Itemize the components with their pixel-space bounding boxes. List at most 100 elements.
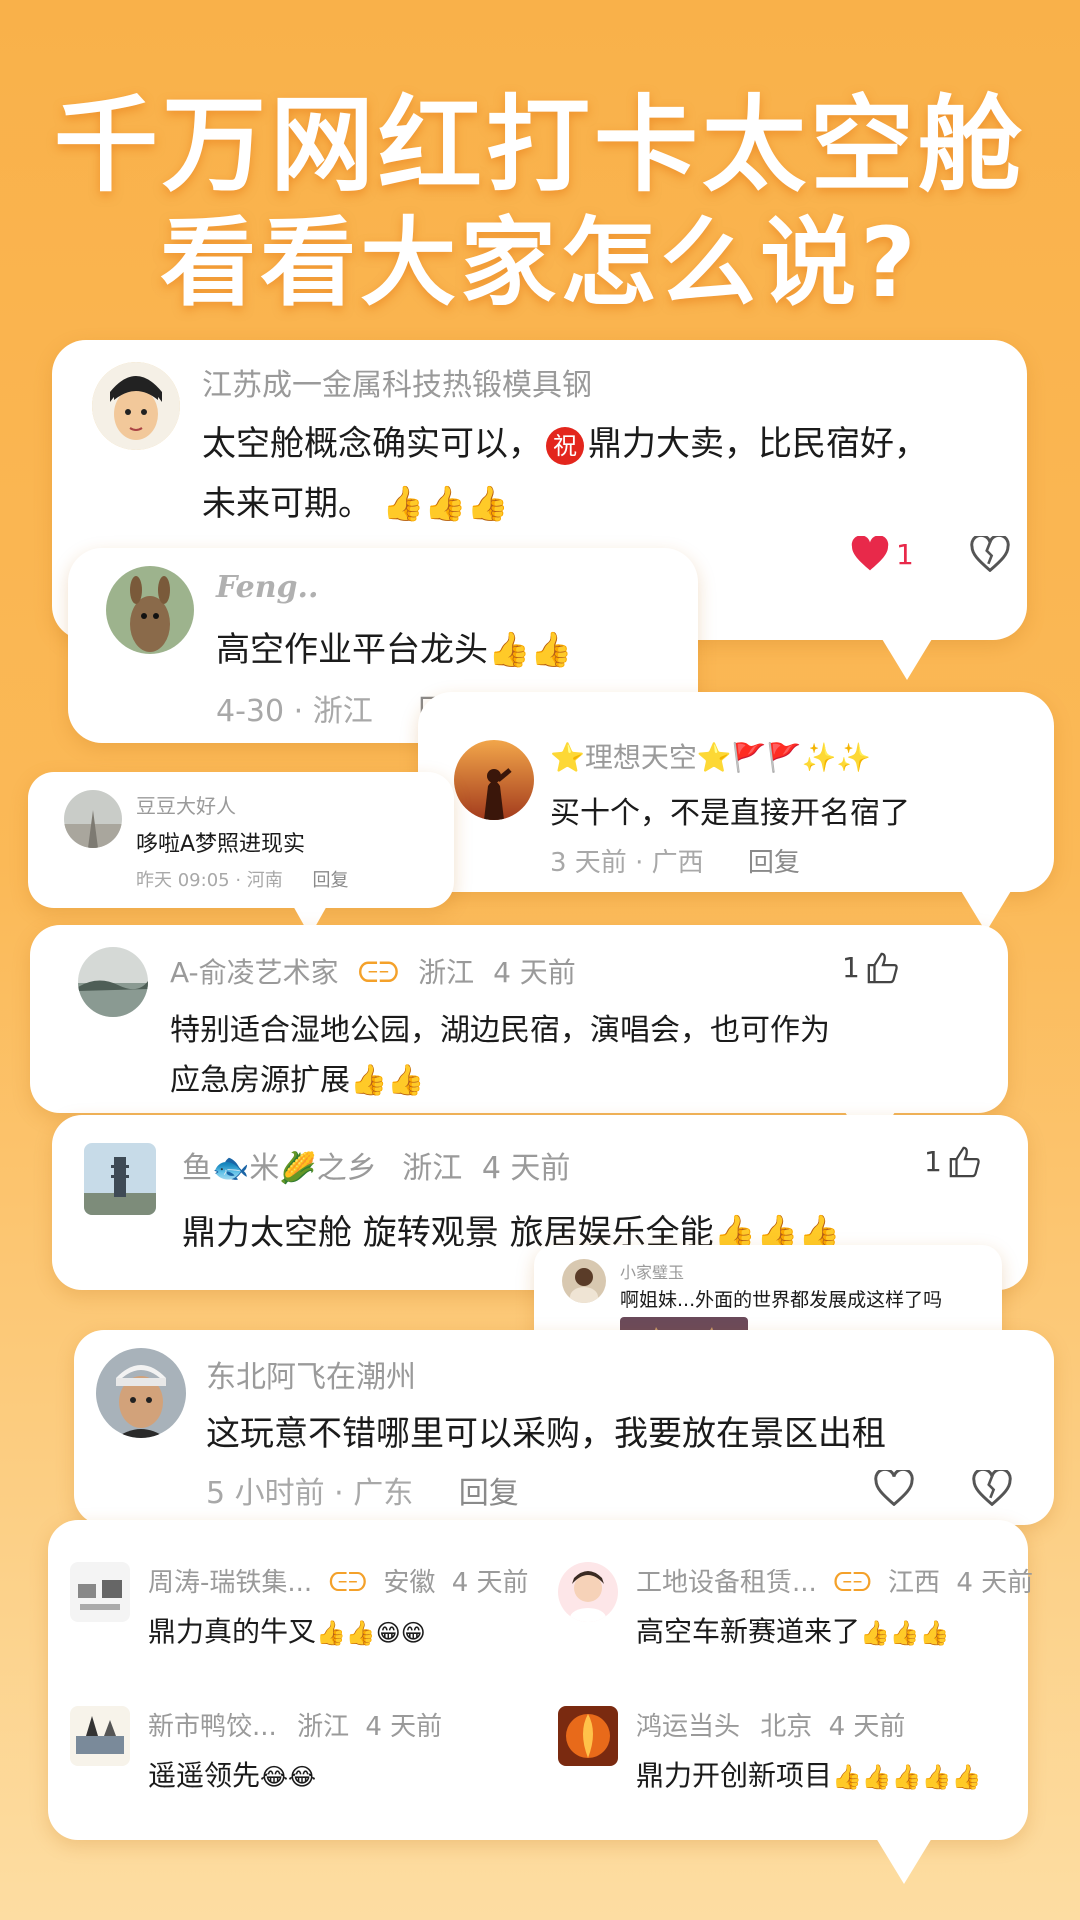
comment-text-part: 高空作业平台龙头 xyxy=(216,630,488,670)
heart-outline-icon xyxy=(874,1470,914,1506)
comment-region: 河南 xyxy=(246,870,283,891)
comment-username[interactable]: 周涛-瑞铁集... xyxy=(148,1568,312,1598)
comment-meta: 昨天 09:05 · 河南 回复 xyxy=(136,870,349,891)
comment-region: 浙江 xyxy=(402,1151,463,1186)
vip-badge-icon: ᕮᕭ xyxy=(833,1568,872,1598)
comment-header: 周涛-瑞铁集... ᕮᕭ 安徽 4 天前 xyxy=(148,1562,529,1599)
avatar[interactable] xyxy=(106,566,194,654)
like-button[interactable]: 1 xyxy=(842,951,900,984)
comment-text: 高空作业平台龙头👍👍 xyxy=(216,622,573,671)
comment-text: 鼎力真的牛叉👍👍😁😁 xyxy=(148,1610,426,1650)
comment-text-part: 未来可期。 xyxy=(202,484,372,524)
like-count: 1 xyxy=(924,1145,942,1178)
avatar[interactable] xyxy=(70,1562,130,1622)
comment-region: 浙江 xyxy=(297,1712,350,1742)
comment-text-continued: 应急房源扩展👍👍 xyxy=(170,1055,425,1099)
comment-text-part: 应急房源扩展 xyxy=(170,1063,350,1098)
avatar[interactable] xyxy=(558,1562,618,1622)
avatar[interactable] xyxy=(64,790,122,848)
comment-time: 昨天 09:05 xyxy=(136,870,230,891)
comment-region: 广东 xyxy=(353,1476,414,1511)
dislike-button[interactable] xyxy=(970,536,1010,572)
thumbs-up-outline-icon xyxy=(949,1146,980,1177)
comment-username[interactable]: ⭐理想天空⭐🚩🚩✨✨ xyxy=(550,736,871,776)
like-button[interactable] xyxy=(874,1470,914,1506)
like-count: 1 xyxy=(842,951,860,984)
comment-text-part: 遥遥领先 xyxy=(148,1759,261,1792)
comment-region: 安徽 xyxy=(383,1568,436,1598)
comment-text: 哆啦A梦照进现实 xyxy=(136,832,306,857)
comment-time: 4 天前 xyxy=(828,1712,906,1742)
broken-heart-icon xyxy=(972,1470,1012,1506)
broken-heart-icon xyxy=(970,536,1010,572)
comment-card-4: 豆豆大好人 哆啦A梦照进现实 昨天 09:05 · 河南 回复 xyxy=(28,772,454,936)
comment-username[interactable]: A-俞凌艺术家 xyxy=(170,956,339,989)
comment-text-part: 鼎力开创新项目 xyxy=(636,1759,833,1792)
comment-meta: 3 天前 · 广西 回复 xyxy=(550,848,800,878)
comment-header: 鱼🐟米🌽之乡 浙江 4 天前 xyxy=(182,1143,570,1187)
grid-comment: 周涛-瑞铁集... ᕮᕭ 安徽 4 天前 鼎力真的牛叉👍👍😁😁 xyxy=(70,1562,540,1672)
reply-button[interactable]: 回复 xyxy=(748,848,800,878)
like-button[interactable]: 1 xyxy=(850,536,914,572)
comment-username[interactable]: 鸿运当头 xyxy=(636,1712,740,1742)
avatar[interactable] xyxy=(562,1259,606,1303)
avatar[interactable] xyxy=(454,740,534,820)
comment-header: A-俞凌艺术家 ᕮᕭ 浙江 4 天前 xyxy=(170,951,576,991)
vip-badge-icon: ᕮᕭ xyxy=(357,956,400,989)
comment-username[interactable]: 鱼🐟米🌽之乡 xyxy=(182,1151,377,1186)
emoji-icon: 👍👍👍👍👍 xyxy=(832,1763,982,1791)
comment-text: 特别适合湿地公园，湖边民宿，演唱会，也可作为 xyxy=(170,1013,830,1048)
emoji-icon: 👍👍😁😁 xyxy=(316,1619,426,1647)
comment-time: 4 天前 xyxy=(956,1568,1034,1598)
comment-username[interactable]: 小家璧玉 xyxy=(620,1259,684,1283)
thumbs-up-icon: 👍👍 xyxy=(488,630,573,670)
grid-comment: 新市鸭饺... 浙江 4 天前 遥遥领先😂😂 xyxy=(70,1706,540,1816)
comment-username[interactable]: 豆豆大好人 xyxy=(136,790,236,819)
avatar[interactable] xyxy=(92,362,180,450)
headline-line-2: 看看大家怎么说? xyxy=(160,207,920,319)
comment-text: 这玩意不错哪里可以采购，我要放在景区出租 xyxy=(206,1414,886,1454)
comment-text: 高空车新赛道来了👍👍👍 xyxy=(636,1610,950,1650)
comment-username[interactable]: 工地设备租赁... xyxy=(636,1568,817,1598)
emoji-icon: 👍👍👍 xyxy=(860,1619,950,1647)
thumbs-up-icon: 👍👍👍 xyxy=(382,484,510,524)
like-button[interactable]: 1 xyxy=(924,1145,982,1178)
comment-card-5: A-俞凌艺术家 ᕮᕭ 浙江 4 天前 1 特别适合湿地公园，湖边民宿，演唱会，也… xyxy=(30,925,1008,1153)
comment-card-3: ⭐理想天空⭐🚩🚩✨✨ 买十个，不是直接开名宿了 3 天前 · 广西 回复 xyxy=(418,692,1054,932)
reply-button[interactable]: 回复 xyxy=(459,1476,519,1511)
comment-username[interactable]: Feng.. xyxy=(216,570,318,605)
dislike-button[interactable] xyxy=(972,1470,1012,1506)
avatar[interactable] xyxy=(78,947,148,1017)
comment-meta: 5 小时前 · 广东 回复 xyxy=(206,1476,519,1511)
comment-time: 4 天前 xyxy=(451,1568,529,1598)
comment-header: 工地设备租赁... ᕮᕭ 江西 4 天前 xyxy=(636,1562,1033,1599)
comment-region: 浙江 xyxy=(312,694,373,729)
vip-badge-icon: ᕮᕭ xyxy=(328,1568,368,1598)
comment-text: 遥遥领先😂😂 xyxy=(148,1754,316,1794)
comment-header: 新市鸭饺... 浙江 4 天前 xyxy=(148,1706,442,1743)
comment-date: 4-30 xyxy=(216,694,285,729)
comment-region: 浙江 xyxy=(418,956,475,989)
comment-text: 啊姐妹...外面的世界都发展成这样了吗 xyxy=(620,1289,943,1311)
comment-username[interactable]: 新市鸭饺... xyxy=(148,1712,277,1742)
comment-username[interactable]: 江苏成一金属科技热锻模具钢 xyxy=(202,360,592,404)
comment-text-part: 鼎力真的牛叉 xyxy=(148,1615,317,1648)
avatar[interactable] xyxy=(70,1706,130,1766)
avatar[interactable] xyxy=(96,1348,186,1438)
comment-text: 太空舱概念确实可以，祝鼎力大卖，比民宿好， xyxy=(202,416,928,465)
comment-time: 4 天前 xyxy=(493,956,576,989)
comment-username[interactable]: 东北阿飞在潮州 xyxy=(206,1352,416,1396)
thumbs-up-outline-icon xyxy=(867,952,898,983)
comment-region: 江西 xyxy=(888,1568,941,1598)
emoji-icon: 😂😂 xyxy=(260,1763,317,1791)
comment-text-part: 鼎力大卖，比民宿好， xyxy=(588,424,928,464)
comment-time: 5 小时前 xyxy=(206,1476,325,1511)
avatar[interactable] xyxy=(84,1143,156,1215)
avatar[interactable] xyxy=(558,1706,618,1766)
grid-comment: 工地设备租赁... ᕮᕭ 江西 4 天前 高空车新赛道来了👍👍👍 xyxy=(558,1562,1033,1672)
blessing-badge-icon: 祝 xyxy=(546,426,584,465)
comment-text-part: 太空舱概念确实可以， xyxy=(202,424,542,464)
comment-text: 鼎力开创新项目👍👍👍👍👍 xyxy=(636,1754,981,1794)
reply-button[interactable]: 回复 xyxy=(313,870,349,891)
heart-icon xyxy=(851,536,889,571)
